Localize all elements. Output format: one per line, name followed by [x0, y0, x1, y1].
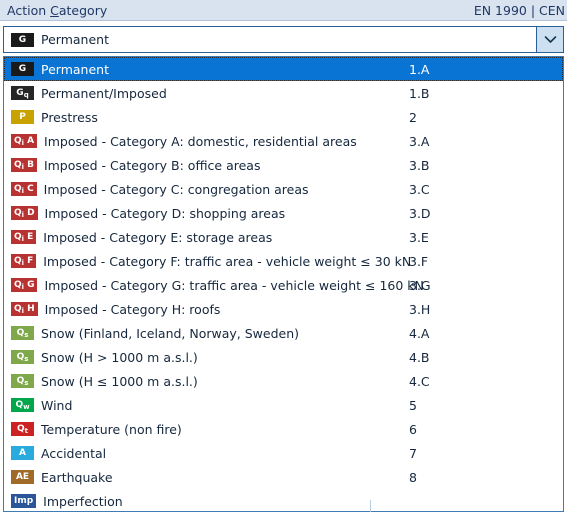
option-label: Snow (Finland, Iceland, Norway, Sweden): [41, 325, 300, 341]
option-badge-icon: Qt: [11, 422, 34, 436]
option-badge-icon: QiF: [11, 254, 37, 268]
standard-reference: EN 1990 | CEN: [473, 3, 565, 18]
combobox-badge-icon: G: [11, 32, 34, 47]
option-code: 3.F: [409, 253, 429, 269]
option-code: 6: [409, 421, 417, 437]
option-badge-icon: A: [11, 446, 34, 460]
dropdown-option-row[interactable]: AE Earthquake 8: [4, 465, 563, 489]
option-badge-icon: Qs: [11, 374, 34, 388]
dropdown-option-row[interactable]: Qw Wind 5: [4, 393, 563, 417]
option-badge-icon: G: [11, 62, 34, 76]
page-title-suffix: ategory: [58, 3, 108, 18]
option-code: 4.C: [409, 373, 430, 389]
option-badge-icon: P: [11, 110, 34, 124]
action-category-combobox[interactable]: G Permanent: [3, 26, 564, 53]
option-code: 8: [409, 469, 417, 485]
option-badge-icon: AE: [11, 470, 34, 484]
dropdown-option-row[interactable]: Qt Temperature (non fire) 6: [4, 417, 563, 441]
combobox-selected-label: Permanent: [41, 32, 109, 47]
option-label: Wind: [41, 397, 73, 413]
dropdown-option-row[interactable]: Qi D Imposed - Category D: shopping areas 3…: [4, 201, 563, 225]
dropdown-option-row[interactable]: A Accidental 7: [4, 441, 563, 465]
option-badge-icon: QiH: [11, 302, 38, 316]
dropdown-option-row[interactable]: Qi E Imposed - Category E: storage areas 3.…: [4, 225, 563, 249]
option-code: 4.A: [409, 325, 430, 341]
page-title-accelerator: C: [50, 3, 59, 18]
page-title-prefix: Action: [7, 3, 51, 18]
option-badge-icon: QiC: [11, 182, 37, 196]
option-badge-icon: QiD: [11, 206, 38, 220]
option-label: Snow (H > 1000 m a.s.l.): [41, 349, 198, 365]
option-badge-icon: Gq: [11, 86, 34, 100]
option-label: Imposed - Category F: traffic area - veh…: [43, 253, 412, 269]
dropdown-option-row[interactable]: P Prestress 2: [4, 105, 563, 129]
dropdown-option-row[interactable]: Qs Snow (Finland, Iceland, Norway, Sweden…: [4, 321, 563, 345]
option-badge-icon: QiE: [11, 230, 37, 244]
dropdown-option-row[interactable]: Qi A Imposed - Category A: domestic, resid…: [4, 129, 563, 153]
option-code: 3.G: [409, 277, 431, 293]
option-code: 4.B: [409, 349, 430, 365]
header-bar: Action Category EN 1990 | CEN: [0, 0, 567, 21]
option-label: Imposed - Category B: office areas: [43, 157, 261, 173]
chevron-down-icon[interactable]: [536, 27, 563, 52]
option-code: 3.C: [409, 181, 430, 197]
option-label: Imposed - Category G: traffic area - veh…: [44, 277, 424, 293]
option-label: Temperature (non fire): [41, 421, 182, 437]
option-code: 3.A: [409, 133, 430, 149]
option-code: 3.B: [409, 157, 430, 173]
dropdown-option-row[interactable]: Qs Snow (H > 1000 m a.s.l.) 4.B: [4, 345, 563, 369]
option-code: 3.E: [409, 229, 429, 245]
option-badge-icon: QiB: [11, 158, 37, 172]
dropdown-option-row[interactable]: Qi H Imposed - Category H: roofs 3.H: [4, 297, 563, 321]
option-label: Accidental: [41, 445, 107, 461]
option-code: 3.H: [409, 301, 431, 317]
option-label: Earthquake: [41, 469, 113, 485]
list-bottom-seam: [370, 500, 371, 512]
option-label: Imposed - Category E: storage areas: [43, 229, 273, 245]
dropdown-option-row[interactable]: Gq Permanent/Imposed 1.B: [4, 81, 563, 105]
dropdown-option-row[interactable]: Qi B Imposed - Category B: office areas 3.B: [4, 153, 563, 177]
option-label: Prestress: [41, 109, 98, 125]
option-label: Imposed - Category D: shopping areas: [44, 205, 286, 221]
option-code: 1.A: [409, 61, 430, 77]
combobox-selected-value[interactable]: G Permanent: [11, 27, 109, 52]
option-badge-icon: Qs: [11, 326, 34, 340]
option-label: Permanent: [41, 61, 109, 77]
option-label: Imposed - Category A: domestic, resident…: [44, 133, 357, 149]
option-badge-icon: Qs: [11, 350, 34, 364]
option-label: Imperfection: [43, 493, 123, 509]
dropdown-option-row[interactable]: Qi G Imposed - Category G: traffic area - …: [4, 273, 563, 297]
dropdown-option-row[interactable]: Qi C Imposed - Category C: congregation ar…: [4, 177, 563, 201]
dropdown-option-row[interactable]: Imp Imperfection: [4, 489, 563, 511]
dropdown-option-row[interactable]: Qi F Imposed - Category F: traffic area - …: [4, 249, 563, 273]
option-code: 1.B: [409, 85, 430, 101]
dropdown-option-row[interactable]: G Permanent 1.A: [4, 57, 563, 81]
option-label: Permanent/Imposed: [41, 85, 167, 101]
option-badge-icon: QiG: [11, 278, 38, 292]
option-code: 7: [409, 445, 417, 461]
dropdown-option-row[interactable]: Qs Snow (H ≤ 1000 m a.s.l.) 4.C: [4, 369, 563, 393]
option-code: 5: [409, 397, 417, 413]
option-badge-icon: Qw: [11, 398, 34, 412]
option-code: 2: [409, 109, 417, 125]
option-badge-icon: QiA: [11, 134, 38, 148]
action-category-dropdown-list[interactable]: G Permanent 1.A Gq Permanent/Imposed 1.B P Pres…: [3, 56, 564, 512]
option-code: 3.D: [409, 205, 431, 221]
option-label: Snow (H ≤ 1000 m a.s.l.): [41, 373, 198, 389]
option-label: Imposed - Category H: roofs: [44, 301, 221, 317]
option-label: Imposed - Category C: congregation areas: [43, 181, 309, 197]
page-title: Action Category: [7, 3, 107, 18]
option-badge-icon: Imp: [11, 494, 37, 508]
